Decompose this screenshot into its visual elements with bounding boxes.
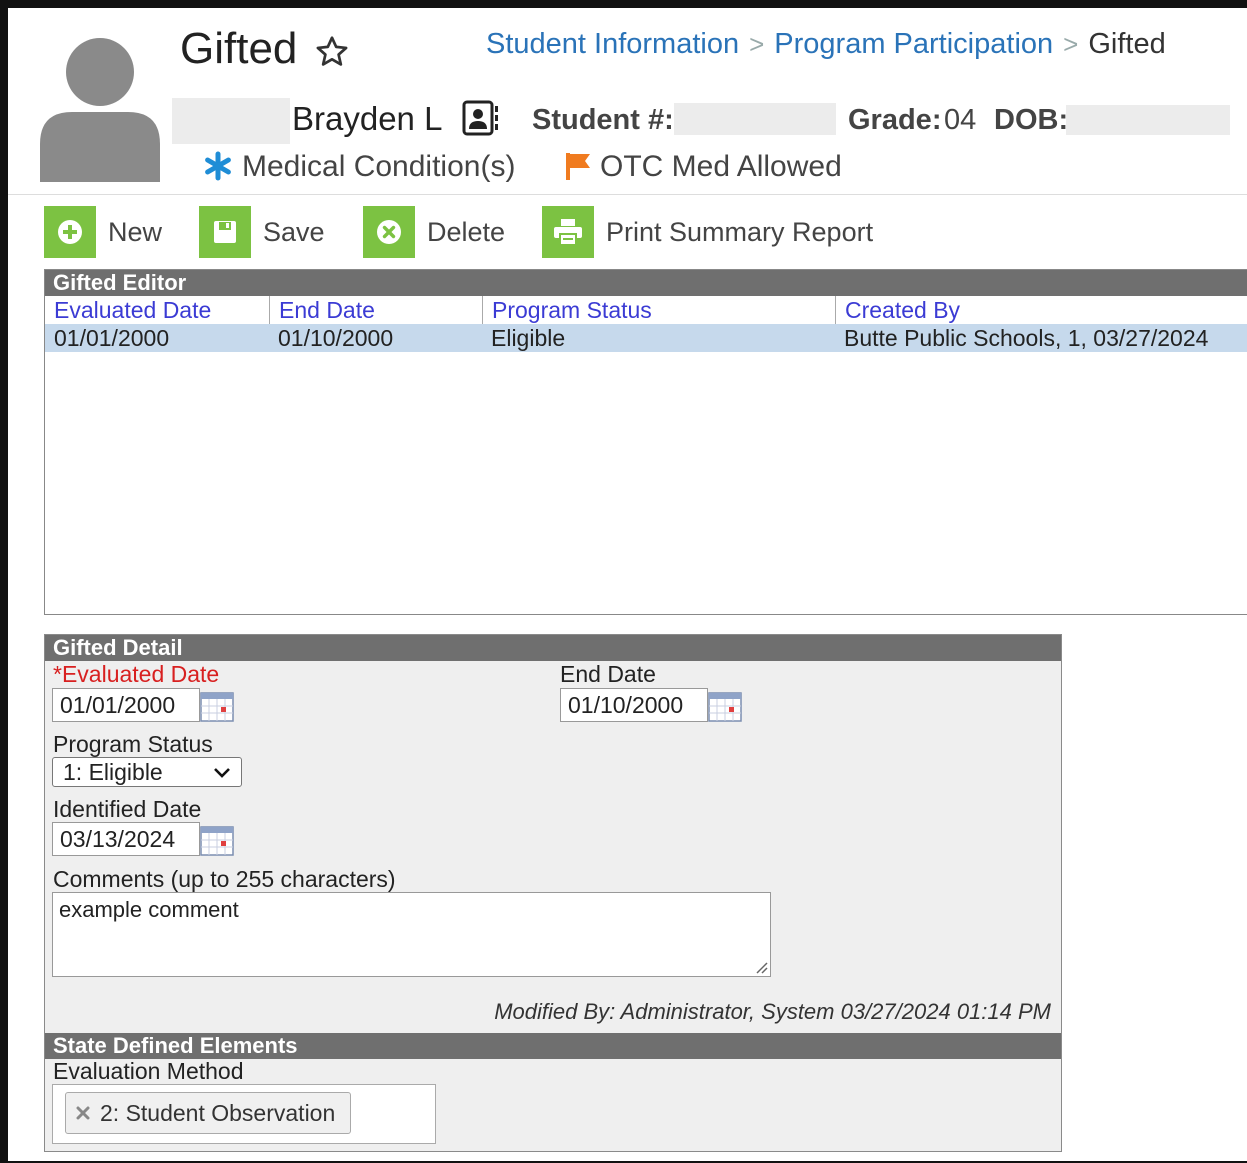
breadcrumb-program-participation[interactable]: Program Participation bbox=[774, 28, 1053, 60]
favorite-star-icon[interactable] bbox=[314, 34, 350, 70]
chevron-down-icon bbox=[214, 768, 230, 778]
breadcrumb-chevron-icon: > bbox=[749, 29, 765, 59]
calendar-icon[interactable] bbox=[708, 690, 742, 722]
redacted-dob bbox=[1066, 105, 1230, 135]
program-status-label: Program Status bbox=[53, 731, 213, 757]
editor-column-headers: Evaluated Date End Date Program Status C… bbox=[45, 296, 1247, 324]
student-photo-placeholder bbox=[40, 38, 160, 182]
print-summary-report-label: Print Summary Report bbox=[606, 216, 874, 247]
save-button-label: Save bbox=[263, 216, 325, 247]
modified-by-text: Modified By: Administrator, System 03/27… bbox=[494, 999, 1051, 1024]
cell-program-status: Eligible bbox=[491, 325, 566, 351]
identified-date-label: Identified Date bbox=[53, 796, 202, 822]
flag-icon bbox=[566, 153, 590, 180]
delete-button[interactable]: Delete bbox=[363, 206, 505, 258]
otc-med-allowed: OTC Med Allowed bbox=[600, 150, 842, 183]
delete-button-label: Delete bbox=[427, 216, 506, 247]
gifted-editor-panel: Gifted Editor Evaluated Date End Date Pr… bbox=[44, 269, 1247, 615]
gifted-detail-panel: Gifted Detail *Evaluated Date 01/01/2000… bbox=[44, 634, 1062, 1152]
medical-condition-link[interactable]: Medical Condition(s) bbox=[242, 150, 515, 184]
column-header-program-status[interactable]: Program Status bbox=[482, 296, 835, 324]
program-status-select[interactable]: 1: Eligible bbox=[52, 757, 242, 787]
floppy-disk-icon bbox=[199, 206, 251, 258]
identified-date-input[interactable]: 03/13/2024 bbox=[52, 822, 200, 856]
header-divider bbox=[8, 194, 1247, 195]
end-date-label: End Date bbox=[560, 661, 656, 687]
breadcrumb-student-information[interactable]: Student Information bbox=[486, 28, 739, 60]
medical-asterisk-icon bbox=[205, 151, 231, 181]
evaluation-method-label: Evaluation Method bbox=[53, 1058, 244, 1084]
redacted-first-name bbox=[172, 98, 290, 144]
evaluation-method-value: 2: Student Observation bbox=[100, 1099, 336, 1126]
contact-card-icon[interactable] bbox=[461, 99, 499, 137]
breadcrumb-gifted: Gifted bbox=[1088, 28, 1166, 60]
column-header-evaluated-date[interactable]: Evaluated Date bbox=[45, 296, 269, 324]
resize-handle-icon[interactable] bbox=[754, 960, 768, 974]
cell-created-by: Butte Public Schools, 1, 03/27/2024 bbox=[844, 325, 1209, 351]
evaluated-date-label: *Evaluated Date bbox=[53, 661, 219, 688]
page-title: Gifted bbox=[180, 24, 298, 73]
print-summary-report-button[interactable]: Print Summary Report bbox=[542, 206, 873, 258]
end-date-input[interactable]: 01/10/2000 bbox=[560, 688, 708, 722]
calendar-icon[interactable] bbox=[200, 824, 234, 856]
grade-value: 04 bbox=[944, 104, 977, 136]
evaluation-method-chip: 2: Student Observation bbox=[65, 1092, 351, 1134]
remove-x-icon[interactable] bbox=[76, 1106, 90, 1120]
state-defined-elements-title: State Defined Elements bbox=[45, 1033, 1061, 1059]
plus-circle-icon bbox=[44, 206, 96, 258]
evaluated-date-input[interactable]: 01/01/2000 bbox=[52, 688, 200, 722]
new-button[interactable]: New bbox=[44, 206, 162, 258]
column-header-created-by[interactable]: Created By bbox=[835, 296, 1247, 324]
breadcrumb: Student Information > Program Participatio… bbox=[486, 28, 1166, 61]
student-name: Brayden L bbox=[292, 100, 443, 137]
gifted-editor-title: Gifted Editor bbox=[45, 270, 1247, 296]
save-button[interactable]: Save bbox=[199, 206, 325, 258]
breadcrumb-chevron-icon: > bbox=[1063, 29, 1079, 59]
program-status-selected-value: 1: Eligible bbox=[63, 759, 163, 785]
redacted-student-number bbox=[674, 103, 836, 135]
table-row[interactable]: 01/01/2000 01/10/2000 Eligible Butte Pub… bbox=[45, 324, 1247, 352]
cell-end-date: 01/10/2000 bbox=[278, 325, 394, 351]
new-button-label: New bbox=[108, 216, 163, 247]
gifted-detail-title: Gifted Detail bbox=[45, 635, 1061, 661]
comments-textarea[interactable]: example comment bbox=[52, 892, 771, 977]
evaluated-date-label-text: Evaluated Date bbox=[61, 661, 220, 687]
evaluation-method-multiselect[interactable]: 2: Student Observation bbox=[52, 1084, 436, 1144]
comments-value: example comment bbox=[59, 897, 239, 922]
dob-label: DOB: bbox=[994, 104, 1069, 136]
comments-label: Comments (up to 255 characters) bbox=[53, 866, 396, 892]
column-header-end-date[interactable]: End Date bbox=[269, 296, 482, 324]
required-marker: * bbox=[53, 661, 62, 687]
cell-evaluated-date: 01/01/2000 bbox=[54, 325, 170, 351]
printer-icon bbox=[542, 206, 594, 258]
grade-label: Grade: bbox=[848, 104, 942, 136]
calendar-icon[interactable] bbox=[200, 690, 234, 722]
student-number-label: Student #: bbox=[532, 104, 674, 136]
x-circle-icon bbox=[363, 206, 415, 258]
